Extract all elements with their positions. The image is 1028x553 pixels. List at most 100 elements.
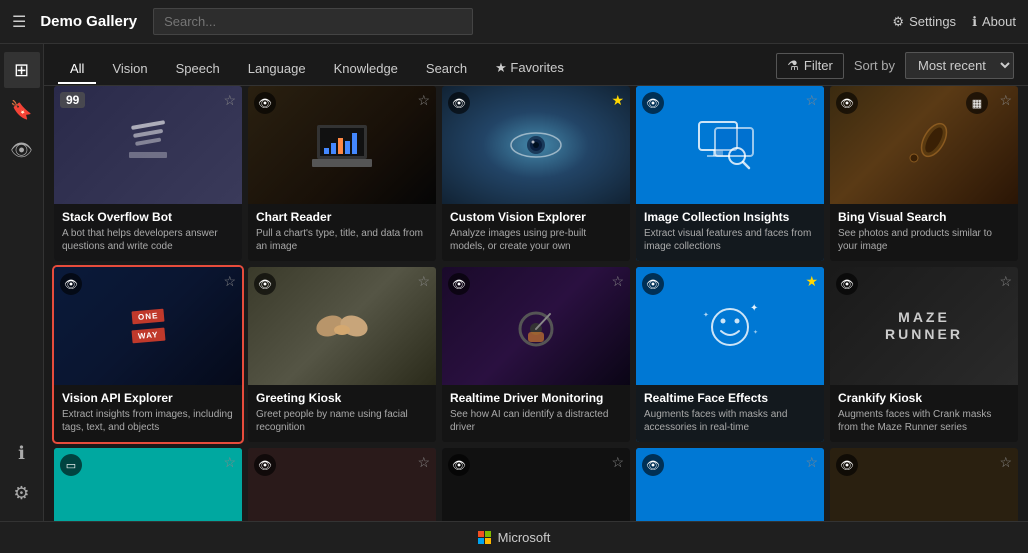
card-realtime-face-effects[interactable]: ✦ ✦ ✦ 👁 ★ Realtime Face Effects Augments… — [636, 267, 824, 442]
sidebar-item-gallery[interactable]: ⊞ — [4, 52, 40, 88]
card-favorite-btn[interactable]: ☆ — [999, 454, 1012, 471]
card-realtime-driver-monitoring[interactable]: 👁 ☆ Realtime Driver Monitoring See how A… — [442, 267, 630, 442]
card-info: Vision API Explorer Extract insights fro… — [54, 385, 242, 442]
card-info: Greeting Kiosk Greet people by name usin… — [248, 385, 436, 442]
svg-text:✦: ✦ — [753, 329, 758, 336]
card-custom-vision-explorer[interactable]: 👁 ★ Custom Vision Explorer Analyze image… — [442, 86, 630, 261]
about-icon: ℹ — [972, 14, 977, 30]
card-info: Bing Visual Search See photos and produc… — [830, 204, 1018, 261]
tab-search[interactable]: Search — [414, 55, 479, 84]
eye-icon: 👁 — [646, 459, 660, 472]
ms-square-blue — [478, 538, 484, 544]
card-second-badge: ▦ — [966, 92, 988, 114]
card-favorite-btn[interactable]: ☆ — [805, 454, 818, 471]
tab-knowledge[interactable]: Knowledge — [322, 55, 410, 84]
card-bottom-3[interactable]: 👁 ☆ — [442, 448, 630, 521]
card-eye-badge: 👁 — [836, 92, 858, 114]
card-favorite-btn[interactable]: ☆ — [999, 92, 1012, 109]
card-eye-badge: 👁 — [448, 273, 470, 295]
card-favorite-btn[interactable]: ☆ — [805, 92, 818, 109]
card-title: Realtime Face Effects — [644, 391, 816, 405]
card-thumbnail — [636, 448, 824, 521]
card-title: Stack Overflow Bot — [62, 210, 234, 224]
ms-squares-icon — [478, 531, 492, 545]
header-right: ⚙ Settings ℹ About — [892, 14, 1016, 30]
card-badge: 99 — [60, 92, 85, 108]
card-title: Vision API Explorer — [62, 391, 234, 405]
eye-icon: 👁 — [64, 278, 78, 291]
card-bottom-4[interactable]: 👁 ☆ — [636, 448, 824, 521]
about-button[interactable]: ℹ About — [972, 14, 1016, 30]
card-greeting-kiosk[interactable]: 👁 ☆ Greeting Kiosk Greet people by name … — [248, 267, 436, 442]
tab-favorites[interactable]: ★ Favorites — [483, 54, 576, 84]
card-favorite-btn[interactable]: ☆ — [999, 273, 1012, 290]
tab-language[interactable]: Language — [236, 55, 318, 84]
card-favorite-btn[interactable]: ☆ — [223, 92, 236, 109]
card-thumbnail — [248, 267, 436, 385]
filter-button[interactable]: ⚗ Filter — [776, 53, 844, 79]
card-stack-overflow-bot[interactable]: 99 ☆ Stack Overflow Bot A bot that helps… — [54, 86, 242, 261]
card-bottom-5[interactable]: 👁 ☆ — [830, 448, 1018, 521]
ms-logo-text: Microsoft — [498, 530, 551, 545]
card-eye-badge: 👁 — [836, 454, 858, 476]
filter-label: Filter — [804, 58, 833, 73]
card-thumbnail — [830, 86, 1018, 204]
eye-icon: 👁 — [258, 97, 272, 110]
sidebar-item-bookmark[interactable]: 🔖 — [4, 92, 40, 128]
card-favorite-btn[interactable]: ☆ — [417, 92, 430, 109]
sidebar: ⊞ 🔖 👁 ℹ ⚙ — [0, 44, 44, 521]
card-eye-badge: 👁 — [642, 92, 664, 114]
sort-select[interactable]: Most recent Alphabetical — [905, 52, 1014, 79]
card-info: Realtime Face Effects Augments faces wit… — [636, 385, 824, 442]
card-title: Chart Reader — [256, 210, 428, 224]
card-thumbnail: MAZERUNNER — [830, 267, 1018, 385]
card-favorite-btn[interactable]: ☆ — [223, 454, 236, 471]
card-eye-badge: 👁 — [448, 92, 470, 114]
nav-tabs: All Vision Speech Language Knowledge Sea… — [44, 44, 1028, 86]
card-info: Realtime Driver Monitoring See how AI ca… — [442, 385, 630, 442]
card-favorite-btn[interactable]: ☆ — [417, 454, 430, 471]
card-image-collection-insights[interactable]: 👁 ☆ Image Collection Insights Extract vi… — [636, 86, 824, 261]
maze-title: MAZERUNNER — [885, 309, 963, 343]
card-title: Bing Visual Search — [838, 210, 1010, 224]
sidebar-item-info[interactable]: ℹ — [4, 435, 40, 471]
card-title: Custom Vision Explorer — [450, 210, 622, 224]
card-info: Image Collection Insights Extract visual… — [636, 204, 824, 261]
about-label: About — [982, 14, 1016, 29]
svg-text:✦: ✦ — [750, 303, 758, 314]
card-eye-badge: 👁 — [254, 92, 276, 114]
card-thumbnail: ✦ ✦ ✦ — [636, 267, 824, 385]
settings-button[interactable]: ⚙ Settings — [892, 14, 956, 30]
card-eye-badge: 👁 — [836, 273, 858, 295]
card-eye-badge: 👁 — [60, 273, 82, 295]
card-eye-badge: 👁 — [448, 454, 470, 476]
card-thumbnail — [442, 267, 630, 385]
content: All Vision Speech Language Knowledge Sea… — [44, 44, 1028, 521]
card-desc: See photos and products similar to your … — [838, 227, 1010, 253]
search-input[interactable] — [153, 8, 473, 35]
card-info: Chart Reader Pull a chart's type, title,… — [248, 204, 436, 261]
card-thumbnail — [830, 448, 1018, 521]
svg-text:✦: ✦ — [703, 311, 709, 319]
card-crankify-kiosk[interactable]: MAZERUNNER 👁 ☆ Crankify Kiosk Augments f… — [830, 267, 1018, 442]
tab-vision[interactable]: Vision — [100, 55, 159, 84]
card-bottom-2[interactable]: 👁 ☆ — [248, 448, 436, 521]
card-favorite-btn[interactable]: ☆ — [417, 273, 430, 290]
sidebar-item-settings[interactable]: ⚙ — [4, 475, 40, 511]
card-bottom-1[interactable]: ▭ ☆ — [54, 448, 242, 521]
card-eye-badge: 👁 — [642, 454, 664, 476]
tab-all[interactable]: All — [58, 55, 96, 84]
card-favorite-btn[interactable]: ★ — [611, 92, 624, 109]
card-favorite-btn[interactable]: ☆ — [611, 273, 624, 290]
card-vision-api-explorer[interactable]: ONE WAY 👁 ☆ Vision API Explorer Extract … — [54, 267, 242, 442]
card-favorite-btn[interactable]: ☆ — [223, 273, 236, 290]
card-thumbnail — [442, 86, 630, 204]
hamburger-icon[interactable]: ☰ — [12, 12, 26, 32]
card-chart-reader[interactable]: 👁 ☆ Chart Reader Pull a chart's type, ti… — [248, 86, 436, 261]
eye-icon: 👁 — [646, 278, 660, 291]
sidebar-item-vision[interactable]: 👁 — [4, 132, 40, 168]
card-favorite-btn[interactable]: ☆ — [611, 454, 624, 471]
tab-speech[interactable]: Speech — [164, 55, 232, 84]
card-favorite-btn[interactable]: ★ — [805, 273, 818, 290]
card-bing-visual-search[interactable]: 👁 ▦ ☆ Bing Visual Search See photos and … — [830, 86, 1018, 261]
